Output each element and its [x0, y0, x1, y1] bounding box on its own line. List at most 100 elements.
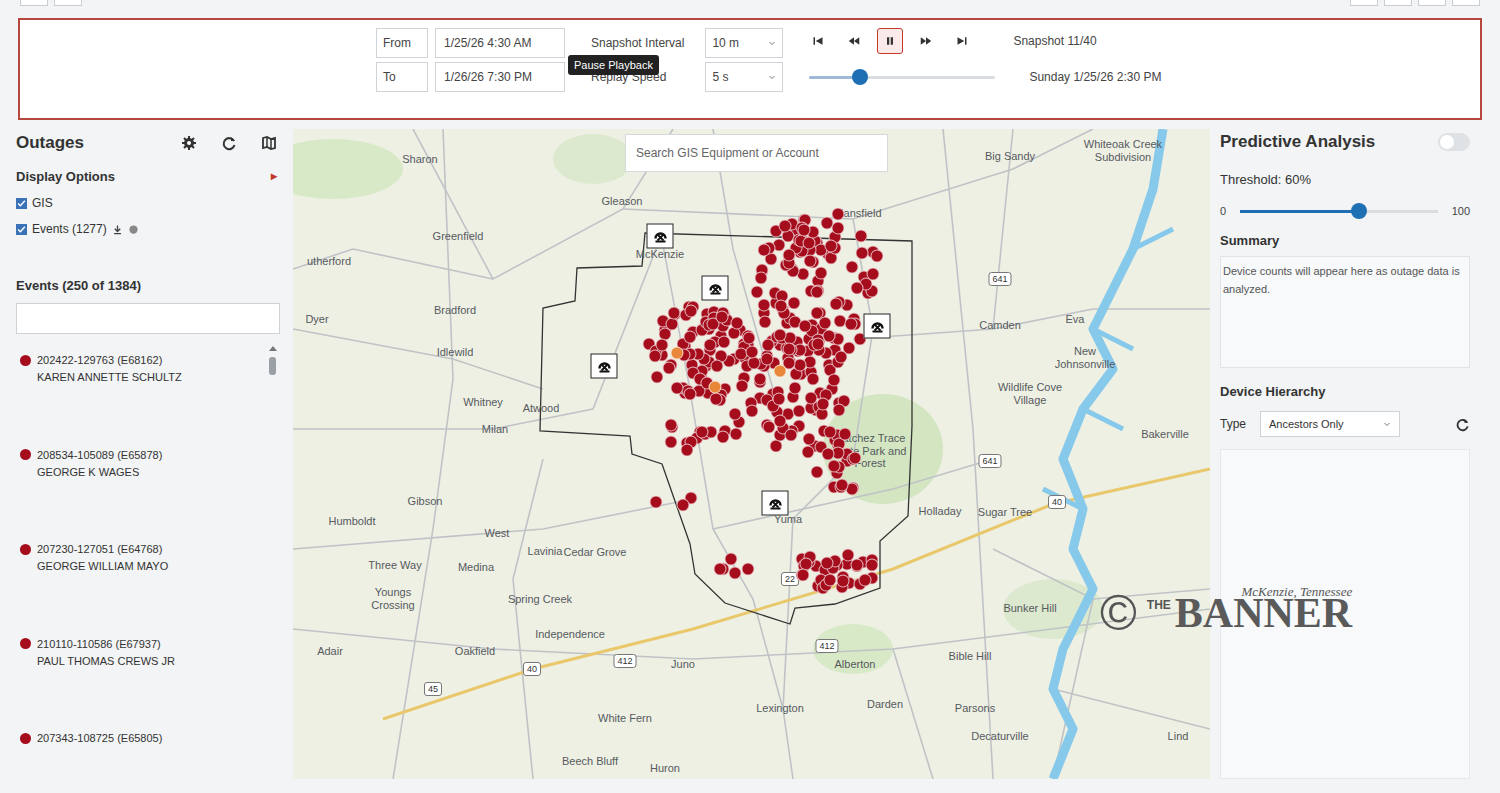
events-search[interactable] — [16, 303, 280, 334]
outage-marker[interactable] — [743, 331, 756, 344]
outage-marker[interactable] — [704, 339, 717, 352]
outage-marker[interactable] — [807, 373, 820, 386]
outage-marker[interactable] — [710, 359, 723, 372]
outage-marker[interactable] — [741, 563, 754, 576]
substation-marker[interactable] — [647, 224, 674, 249]
outage-marker[interactable] — [798, 319, 811, 332]
outage-marker[interactable] — [651, 370, 664, 383]
outage-marker[interactable] — [804, 255, 817, 268]
outage-marker[interactable] — [671, 382, 684, 395]
outage-marker[interactable] — [718, 336, 731, 349]
substation-marker[interactable] — [702, 276, 729, 301]
outage-marker[interactable] — [816, 397, 829, 410]
refresh-icon[interactable] — [221, 135, 237, 151]
expand-toggle[interactable]: ▸ — [271, 169, 277, 184]
checkbox[interactable] — [16, 198, 27, 209]
substation-marker[interactable] — [762, 491, 789, 516]
outage-marker[interactable] — [676, 498, 689, 511]
timeline-slider[interactable] — [809, 76, 995, 79]
from-field[interactable]: 1/25/26 4:30 AM — [435, 28, 565, 58]
outage-marker[interactable] — [871, 250, 884, 263]
to-field[interactable]: 1/26/26 7:30 PM — [435, 62, 565, 92]
outage-marker[interactable] — [810, 307, 823, 320]
outage-marker[interactable] — [859, 573, 872, 586]
outage-marker[interactable] — [821, 447, 834, 460]
outage-marker[interactable] — [820, 217, 833, 230]
speed-select[interactable]: 5 s — [705, 62, 783, 92]
outage-marker[interactable] — [827, 373, 840, 386]
outage-marker[interactable] — [774, 299, 787, 312]
outage-marker[interactable] — [823, 574, 836, 587]
outage-marker[interactable] — [792, 405, 805, 418]
download-icon[interactable] — [112, 224, 123, 235]
timeline-handle[interactable] — [852, 69, 868, 85]
outage-marker[interactable] — [745, 345, 758, 358]
outage-marker[interactable] — [866, 559, 879, 572]
outage-marker[interactable] — [850, 558, 863, 571]
event-item[interactable]: 202422-129763 (E68162)KAREN ANNETTE SCHU… — [16, 346, 261, 441]
outage-marker[interactable] — [850, 282, 863, 295]
outage-marker[interactable] — [754, 373, 767, 386]
outage-marker[interactable] — [779, 220, 792, 233]
event-item[interactable]: 207343-108725 (E65805) — [16, 724, 261, 789]
outage-marker[interactable] — [671, 346, 684, 359]
outage-marker[interactable] — [717, 430, 730, 443]
forward-button[interactable] — [913, 28, 939, 54]
outage-marker[interactable] — [811, 337, 824, 350]
outage-marker[interactable] — [714, 563, 727, 576]
layer-toggle[interactable]: Events (1277) — [16, 222, 283, 236]
checkbox[interactable] — [16, 224, 27, 235]
toolbar-button[interactable] — [54, 0, 82, 6]
outage-marker[interactable] — [867, 268, 880, 281]
scroll-up-icon[interactable] — [269, 346, 277, 351]
outage-marker[interactable] — [801, 446, 814, 459]
outage-marker[interactable] — [789, 382, 802, 395]
display-options[interactable]: Display Options▸ — [16, 169, 283, 184]
outage-marker[interactable] — [750, 285, 763, 298]
outage-marker[interactable] — [832, 221, 845, 234]
threshold-handle[interactable] — [1351, 203, 1367, 219]
layer-toggle[interactable]: GIS — [16, 196, 283, 210]
outage-marker[interactable] — [736, 380, 749, 393]
outage-marker[interactable] — [759, 315, 772, 328]
scroll-thumb[interactable] — [269, 357, 276, 375]
outage-marker[interactable] — [709, 381, 722, 394]
outage-marker[interactable] — [797, 569, 810, 582]
map-icon[interactable] — [261, 135, 277, 151]
outage-marker[interactable] — [827, 460, 840, 473]
outage-marker[interactable] — [684, 330, 697, 343]
outage-marker[interactable] — [684, 304, 697, 317]
outage-marker[interactable] — [773, 364, 786, 377]
pause-button[interactable] — [877, 28, 903, 54]
outage-marker[interactable] — [783, 342, 796, 355]
back-button[interactable] — [841, 28, 867, 54]
outage-marker[interactable] — [683, 387, 696, 400]
substation-marker[interactable] — [864, 314, 891, 339]
outage-marker[interactable] — [650, 495, 663, 508]
outage-marker[interactable] — [662, 362, 675, 375]
outage-marker[interactable] — [729, 566, 742, 579]
outage-marker[interactable] — [758, 299, 771, 312]
outage-marker[interactable] — [761, 353, 774, 366]
interval-select[interactable]: 10 m — [705, 28, 783, 58]
refresh-icon[interactable] — [1455, 417, 1470, 432]
outage-marker[interactable] — [856, 247, 869, 260]
map-search[interactable]: Search GIS Equipment or Account — [625, 134, 888, 172]
outage-marker[interactable] — [728, 408, 741, 421]
outage-marker[interactable] — [774, 414, 787, 427]
outage-marker[interactable] — [715, 311, 728, 324]
outage-marker[interactable] — [755, 272, 768, 285]
outage-marker[interactable] — [811, 466, 824, 479]
predictive-toggle[interactable] — [1438, 133, 1470, 151]
outage-marker[interactable] — [774, 329, 787, 342]
outage-marker[interactable] — [762, 338, 775, 351]
event-item[interactable]: 208534-105089 (E65878)GEORGE K WAGES — [16, 441, 261, 536]
outage-marker[interactable] — [832, 404, 845, 417]
substation-marker[interactable] — [591, 354, 618, 379]
outage-marker[interactable] — [772, 392, 785, 405]
info-icon[interactable] — [128, 224, 139, 235]
last-button[interactable] — [949, 28, 975, 54]
outage-marker[interactable] — [783, 248, 796, 261]
outage-marker[interactable] — [825, 239, 838, 252]
outage-marker[interactable] — [784, 428, 797, 441]
